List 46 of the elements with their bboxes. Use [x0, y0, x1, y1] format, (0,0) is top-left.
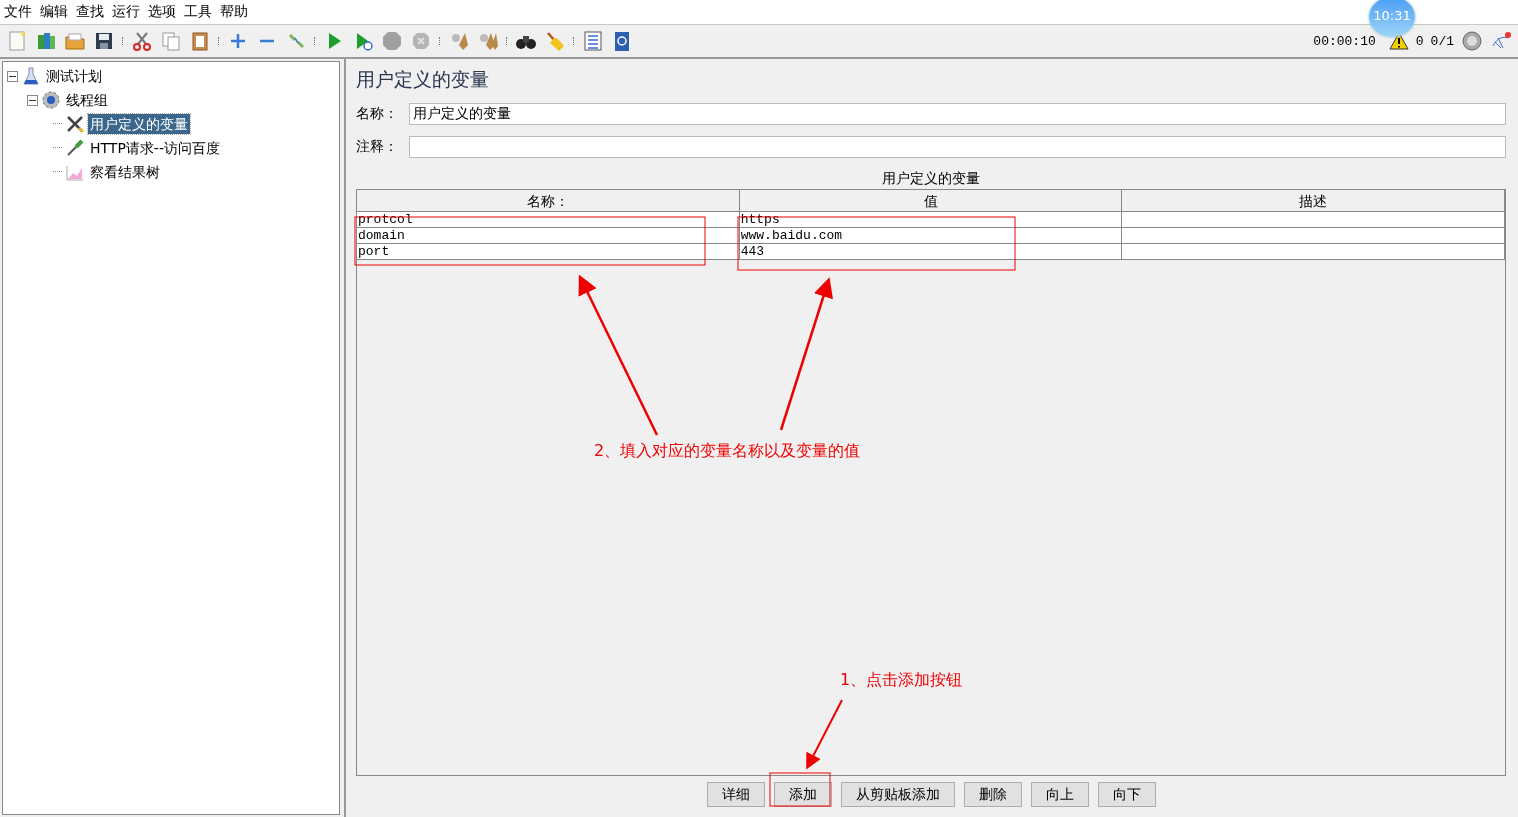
- clipboard-icon[interactable]: [189, 30, 211, 52]
- comment-field[interactable]: [409, 135, 1506, 158]
- annotation-text: 1、点击添加按钮: [840, 670, 963, 691]
- tree-item[interactable]: HTTP请求--访问百度: [88, 138, 222, 158]
- error-count: 0: [1415, 33, 1424, 49]
- menu-item[interactable]: 工具: [184, 3, 212, 21]
- name-field[interactable]: 用户定义的变量: [409, 102, 1506, 125]
- action-button[interactable]: 从剪贴板添加: [840, 782, 955, 807]
- action-button[interactable]: 向下: [1097, 782, 1156, 807]
- tree-item[interactable]: 测试计划: [44, 66, 104, 86]
- menu-item[interactable]: 文件: [4, 3, 32, 21]
- tree-item[interactable]: 察看结果树: [88, 162, 162, 182]
- action-button[interactable]: 详细: [706, 782, 765, 807]
- scissors-icon[interactable]: [131, 30, 153, 52]
- table-caption: 用户定义的变量: [881, 169, 981, 188]
- field-label: 注释：: [356, 137, 399, 156]
- annotation-arrow: [806, 699, 843, 770]
- tree-item[interactable]: 用户定义的变量: [88, 114, 190, 134]
- table-cell[interactable]: port: [357, 244, 740, 260]
- gear-icon: [41, 90, 61, 110]
- list-icon[interactable]: [582, 30, 604, 52]
- pipette-icon: [65, 138, 85, 158]
- field-label: 名称：: [356, 104, 399, 123]
- menu-item[interactable]: 选项: [148, 3, 176, 21]
- panel-title: 用户定义的变量: [356, 67, 490, 92]
- books-icon[interactable]: [35, 30, 57, 52]
- thread-count: 0/1: [1430, 33, 1454, 49]
- flask-icon: [21, 66, 41, 86]
- highlight-box: [769, 772, 831, 807]
- action-button[interactable]: 向上: [1030, 782, 1089, 807]
- collapse-toggle[interactable]: [27, 94, 38, 106]
- folder-icon[interactable]: [64, 30, 86, 52]
- menu-item[interactable]: 查找: [76, 3, 104, 21]
- broom-icon[interactable]: [544, 30, 566, 52]
- action-button[interactable]: 删除: [963, 782, 1022, 807]
- menu-item[interactable]: 编辑: [40, 3, 68, 21]
- collapse-toggle[interactable]: [7, 70, 18, 82]
- tree-item[interactable]: 线程组: [64, 90, 110, 110]
- table-cell[interactable]: [1122, 244, 1505, 260]
- menu-item[interactable]: 运行: [112, 3, 140, 21]
- table-cell[interactable]: 443: [739, 244, 1123, 260]
- stop-icon[interactable]: [381, 30, 403, 52]
- annotation-text: 2、填入对应的变量名称以及变量的值: [594, 441, 861, 462]
- tools-icon: [65, 114, 85, 134]
- copy-icon[interactable]: [160, 30, 182, 52]
- menu-item[interactable]: 帮助: [220, 3, 248, 21]
